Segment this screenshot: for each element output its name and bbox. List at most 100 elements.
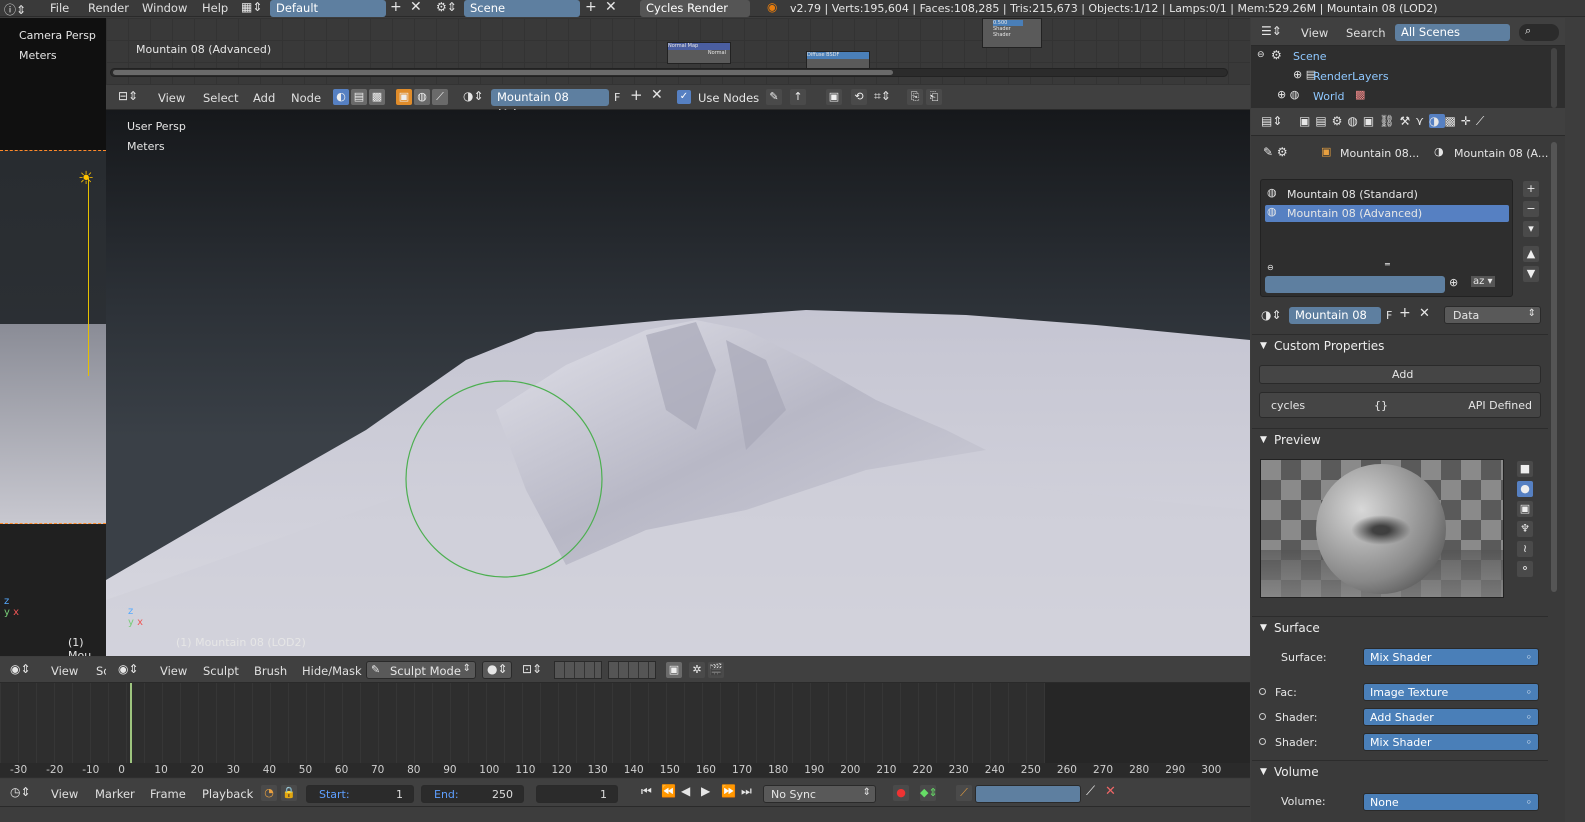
editor-type-icon[interactable]: ◉⇕: [118, 662, 139, 676]
shader1-socket-icon[interactable]: [1259, 713, 1266, 720]
remove-layout-icon[interactable]: ✕: [410, 0, 422, 15]
pin-icon[interactable]: ✎: [766, 89, 782, 105]
play-reverse-icon[interactable]: ◀: [681, 784, 690, 798]
material-browse-icon[interactable]: ◑⇕: [463, 89, 484, 103]
outliner-filter-select[interactable]: All Scenes: [1395, 24, 1510, 41]
sync-select[interactable]: No Sync ⇕: [763, 785, 876, 803]
shader2-input-select[interactable]: Mix Shader: [1363, 733, 1539, 752]
viewport-menu-hide-mask[interactable]: Hide/Mask: [302, 664, 362, 678]
remove-scene-icon[interactable]: ✕: [605, 0, 617, 15]
material-slot-standard[interactable]: ◍ Mountain 08 (Standard): [1265, 186, 1509, 202]
pin-icon[interactable]: ✎ ⚙: [1263, 145, 1288, 159]
keying-set-icon[interactable]: ◆⇕: [920, 785, 938, 801]
outliner-menu-view[interactable]: View: [1301, 26, 1328, 40]
preview-sphere-icon[interactable]: ●: [1517, 481, 1533, 497]
surface-header[interactable]: Surface: [1252, 616, 1548, 639]
unlink-material-icon[interactable]: ✕: [1419, 306, 1430, 321]
outliner-scrollbar[interactable]: [1551, 48, 1557, 108]
add-slot-icon[interactable]: +: [1523, 181, 1539, 197]
scene-icon[interactable]: ⚙⇕: [436, 0, 457, 14]
volume-shader-select[interactable]: None: [1363, 793, 1539, 812]
unlink-material-icon[interactable]: ✕: [651, 87, 663, 103]
search-icon[interactable]: ⌕: [1519, 24, 1559, 41]
layer-buttons-1[interactable]: [554, 661, 602, 679]
copy-nodes-icon[interactable]: ⎘: [907, 89, 923, 105]
remove-slot-icon[interactable]: −: [1523, 201, 1539, 217]
fake-user-toggle[interactable]: F: [1386, 309, 1392, 322]
texture-nodes-icon[interactable]: ▩: [369, 89, 385, 105]
scene-expand-icon[interactable]: ⊖: [1257, 50, 1265, 60]
pivot-icon[interactable]: ⊡⇕: [522, 662, 542, 676]
object-shader-icon[interactable]: ▣: [396, 89, 412, 105]
menu-help[interactable]: Help: [202, 1, 228, 15]
viewport-menu-sculpt[interactable]: Sculpt: [203, 664, 239, 678]
outliner-item-world[interactable]: World: [1313, 90, 1345, 103]
menu-window[interactable]: Window: [142, 1, 187, 15]
preview-flat-icon[interactable]: ■: [1517, 461, 1533, 477]
record-icon[interactable]: ●: [893, 785, 909, 801]
sort-alpha-icon[interactable]: az ▾: [1471, 276, 1495, 287]
sun-lamp-icon[interactable]: ☀: [78, 168, 94, 189]
keying-set-field[interactable]: [975, 785, 1081, 803]
editor-type-icon[interactable]: ◷⇕: [10, 785, 31, 799]
custom-properties-header[interactable]: Custom Properties: [1252, 334, 1548, 357]
filter-search-icon[interactable]: ⊕: [1449, 276, 1458, 289]
material-browse-icon[interactable]: ◑⇕: [1261, 308, 1282, 322]
timeline-menu-marker[interactable]: Marker: [95, 787, 135, 801]
editor-type-icon[interactable]: ⊟⇕: [118, 89, 138, 103]
info-icon[interactable]: ⓘ⇕: [4, 1, 26, 18]
filter-options-icon[interactable]: ⊖: [1267, 263, 1274, 272]
auto-offset-icon[interactable]: ⟲: [851, 89, 867, 105]
list-filter-input[interactable]: [1265, 276, 1445, 293]
fac-input-select[interactable]: Image Texture: [1363, 683, 1539, 702]
end-frame-field[interactable]: End: 250: [421, 785, 524, 803]
insert-keyframe-icon[interactable]: ⟋: [1086, 784, 1095, 799]
editor-type-icon[interactable]: ▤⇕: [1261, 114, 1282, 128]
mini-node-mix[interactable]: 0.500 Shader Shader: [982, 18, 1042, 48]
world-shader-icon[interactable]: ◍: [414, 89, 430, 105]
node-editor[interactable]: Mountain 08 (Advanced) Normal Map Normal…: [106, 18, 1250, 85]
new-material-icon[interactable]: +: [1399, 305, 1411, 321]
render-engine-select[interactable]: Cycles Render: [640, 0, 750, 17]
node-menu-select[interactable]: Select: [203, 91, 238, 105]
keyframe-insert-icon[interactable]: ⟋: [956, 785, 972, 801]
render-animation-icon[interactable]: ✲: [689, 662, 705, 678]
volume-header[interactable]: Volume: [1252, 760, 1548, 783]
add-property-button[interactable]: Add: [1259, 365, 1541, 384]
viewport-menu-view[interactable]: View: [160, 664, 187, 678]
linestyle-icon[interactable]: ⟋: [432, 89, 448, 105]
custom-property-row[interactable]: cycles {} API Defined: [1259, 392, 1541, 418]
timeline-menu-playback[interactable]: Playback: [202, 787, 253, 801]
context-tabs[interactable]: ▣▤⚙◍▣⛓⚒⋎◑▩✛⟋: [1299, 114, 1489, 129]
delete-keyframe-icon[interactable]: ✕: [1105, 784, 1116, 799]
node-menu-add[interactable]: Add: [253, 91, 275, 105]
menu-file[interactable]: File: [50, 1, 69, 15]
timeline-ruler[interactable]: -30 -20 -10 0 10 20 30 40 50 60 70 80 90 100 110 120 130…: [0, 763, 1250, 777]
prev-keyframe-icon[interactable]: ⏪: [661, 784, 676, 798]
viewport-menu-brush[interactable]: Brush: [254, 664, 287, 678]
properties-scrollbar[interactable]: [1551, 142, 1557, 592]
current-frame-field[interactable]: 1: [536, 785, 618, 803]
jump-end-icon[interactable]: ⏭: [741, 784, 752, 799]
outliner-item-renderlayers[interactable]: RenderLayers: [1313, 70, 1389, 83]
add-layout-icon[interactable]: +: [390, 0, 402, 15]
layout-icon[interactable]: ▦⇕: [241, 0, 262, 14]
slot-specials-icon[interactable]: ▾: [1523, 221, 1539, 237]
scrollbar-thumb[interactable]: [113, 70, 893, 75]
fake-user-toggle[interactable]: F: [614, 91, 620, 104]
breadcrumb-object[interactable]: Mountain 08...: [1340, 147, 1419, 160]
preview-cube-icon[interactable]: ▣: [1517, 501, 1533, 517]
camera-menu-view[interactable]: View: [51, 664, 78, 678]
start-frame-field[interactable]: Start: 1: [306, 785, 414, 803]
add-scene-icon[interactable]: +: [585, 0, 597, 15]
preview-spheres-icon[interactable]: ⚬: [1517, 561, 1533, 577]
lock-icon[interactable]: 🔒: [281, 785, 297, 801]
preview-range-icon[interactable]: ◔: [261, 785, 277, 801]
menu-render[interactable]: Render: [88, 1, 129, 15]
next-keyframe-icon[interactable]: ⏩: [721, 784, 736, 798]
editor-type-icon[interactable]: ☰⇕: [1261, 24, 1282, 38]
parent-node-icon[interactable]: ↑: [790, 89, 806, 105]
layer-buttons-2[interactable]: [608, 661, 656, 679]
slot-material-field[interactable]: Mountain 08 ...: [1289, 307, 1381, 339]
resize-grip-icon[interactable]: ═: [1385, 260, 1390, 269]
